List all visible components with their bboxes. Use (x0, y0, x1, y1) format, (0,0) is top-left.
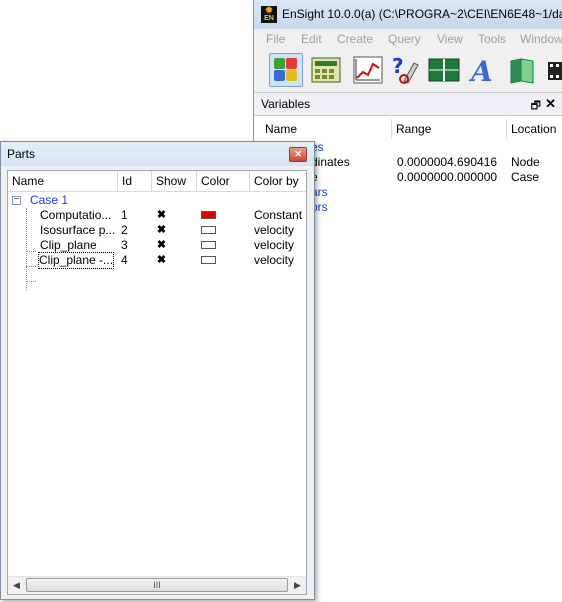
close-icon[interactable]: ✕ (545, 96, 556, 112)
close-button[interactable]: ✕ (289, 147, 307, 162)
color-swatch[interactable] (201, 211, 216, 219)
help-book-tool-button[interactable] (505, 53, 539, 87)
column-name[interactable]: Name (8, 171, 118, 191)
column-name[interactable]: Name (261, 119, 392, 139)
annotation-icon: A (468, 55, 493, 85)
part-name: Clip_plane (40, 238, 97, 252)
show-checkbox[interactable]: ✖ (156, 225, 167, 236)
book-icon (510, 58, 534, 84)
close-icon: ✕ (294, 149, 302, 159)
column-color[interactable]: Color (197, 171, 250, 191)
show-checkbox[interactable]: ✖ (156, 240, 167, 251)
window-title: EnSight 10.0.0(a) (C:\PROGRA~2\CEI\EN6E4… (282, 7, 562, 21)
grip-icon: III (153, 580, 161, 590)
part-row[interactable]: Clip_plane -... 4 ✖ velocity (8, 252, 306, 269)
restore-icon[interactable]: 🗗 (531, 97, 541, 116)
parts-tool-button[interactable] (269, 53, 303, 87)
column-location[interactable]: Location (507, 119, 562, 139)
parts-dialog: Parts ✕ Name Id Show Color Color by − Ca… (0, 141, 315, 600)
variables-header: Variables 🗗 ✕ (254, 92, 562, 116)
calculator-tool-button[interactable] (309, 53, 343, 87)
variables-title: Variables (261, 97, 311, 111)
range-min: 0.000000 (397, 170, 448, 184)
menu-tools[interactable]: Tools (478, 32, 506, 46)
part-name: Clip_plane -... (37, 252, 115, 269)
part-name: Computatio... (40, 208, 112, 222)
collapse-icon[interactable]: − (12, 195, 21, 205)
part-id: 1 (121, 208, 128, 222)
ensight-logo-icon: ✹ EN (261, 6, 277, 23)
color-by-value: Constant (254, 208, 303, 222)
plotter-tool-button[interactable] (351, 53, 385, 87)
keyframe-tool-button[interactable] (541, 53, 562, 87)
case-row[interactable]: − Case 1 (8, 193, 306, 208)
range-max: 0.000000 (447, 170, 498, 184)
color-by-value: velocity (254, 253, 295, 267)
scroll-thumb[interactable]: III (26, 578, 288, 592)
part-id: 3 (121, 238, 128, 252)
color-by-value: velocity (254, 238, 295, 252)
menu-view[interactable]: View (437, 32, 463, 46)
menu-create[interactable]: Create (337, 32, 373, 46)
part-row[interactable]: Clip_plane 3 ✖ velocity (8, 238, 306, 253)
parts-icon (274, 58, 297, 81)
part-row[interactable]: Computatio... 1 ✖ Constant (8, 208, 306, 223)
menu-bar: File Edit Create Query View Tools Window (254, 29, 562, 49)
svg-text:A: A (468, 55, 493, 85)
variable-location: Case (511, 170, 540, 184)
scroll-left-icon[interactable]: ◀ (8, 577, 25, 594)
menu-window[interactable]: Window (520, 32, 562, 46)
part-id: 4 (121, 253, 128, 267)
tree-connector (26, 281, 36, 282)
parts-tree-list: Name Id Show Color Color by − Case 1 Com… (7, 170, 307, 595)
menu-file[interactable]: File (266, 32, 285, 46)
menu-edit[interactable]: Edit (301, 32, 322, 46)
title-bar[interactable]: ✹ EN EnSight 10.0.0(a) (C:\PROGRA~2\CEI\E… (254, 0, 562, 30)
film-icon (548, 62, 562, 80)
color-by-value: velocity (254, 223, 295, 237)
case-label: Case 1 (30, 193, 69, 207)
variable-location: Node (511, 155, 540, 169)
column-color-by[interactable]: Color by (250, 171, 306, 191)
column-range[interactable]: Range (392, 119, 507, 139)
range-max: 4.690416 (447, 155, 498, 169)
column-id[interactable]: Id (118, 171, 152, 191)
horizontal-scrollbar[interactable]: ◀ III ▶ (8, 576, 306, 594)
part-row[interactable]: Isosurface p... 2 ✖ velocity (8, 223, 306, 238)
color-swatch[interactable] (201, 241, 216, 249)
range-min: 0.000000 (397, 155, 448, 169)
query-tool-button[interactable]: ? (388, 53, 422, 87)
show-checkbox[interactable]: ✖ (156, 210, 167, 221)
viewport-tool-button[interactable] (427, 53, 461, 87)
annotation-tool-button[interactable]: A (466, 53, 500, 87)
show-checkbox[interactable]: ✖ (156, 255, 167, 266)
viewport-icon (428, 58, 460, 82)
parts-title-bar[interactable]: Parts ✕ (1, 142, 314, 166)
parts-header: Name Id Show Color Color by (8, 171, 306, 192)
color-swatch[interactable] (201, 226, 216, 234)
main-toolbar: ? A (254, 49, 562, 91)
parts-title: Parts (7, 147, 36, 161)
calculator-icon (311, 57, 341, 83)
part-id: 2 (121, 223, 128, 237)
query-icon: ? (392, 55, 419, 84)
scroll-right-icon[interactable]: ▶ (289, 577, 306, 594)
menu-query[interactable]: Query (388, 32, 421, 46)
part-name: Isosurface p... (40, 223, 116, 237)
chart-icon (353, 56, 383, 84)
color-swatch[interactable] (201, 256, 216, 264)
column-show[interactable]: Show (152, 171, 197, 191)
